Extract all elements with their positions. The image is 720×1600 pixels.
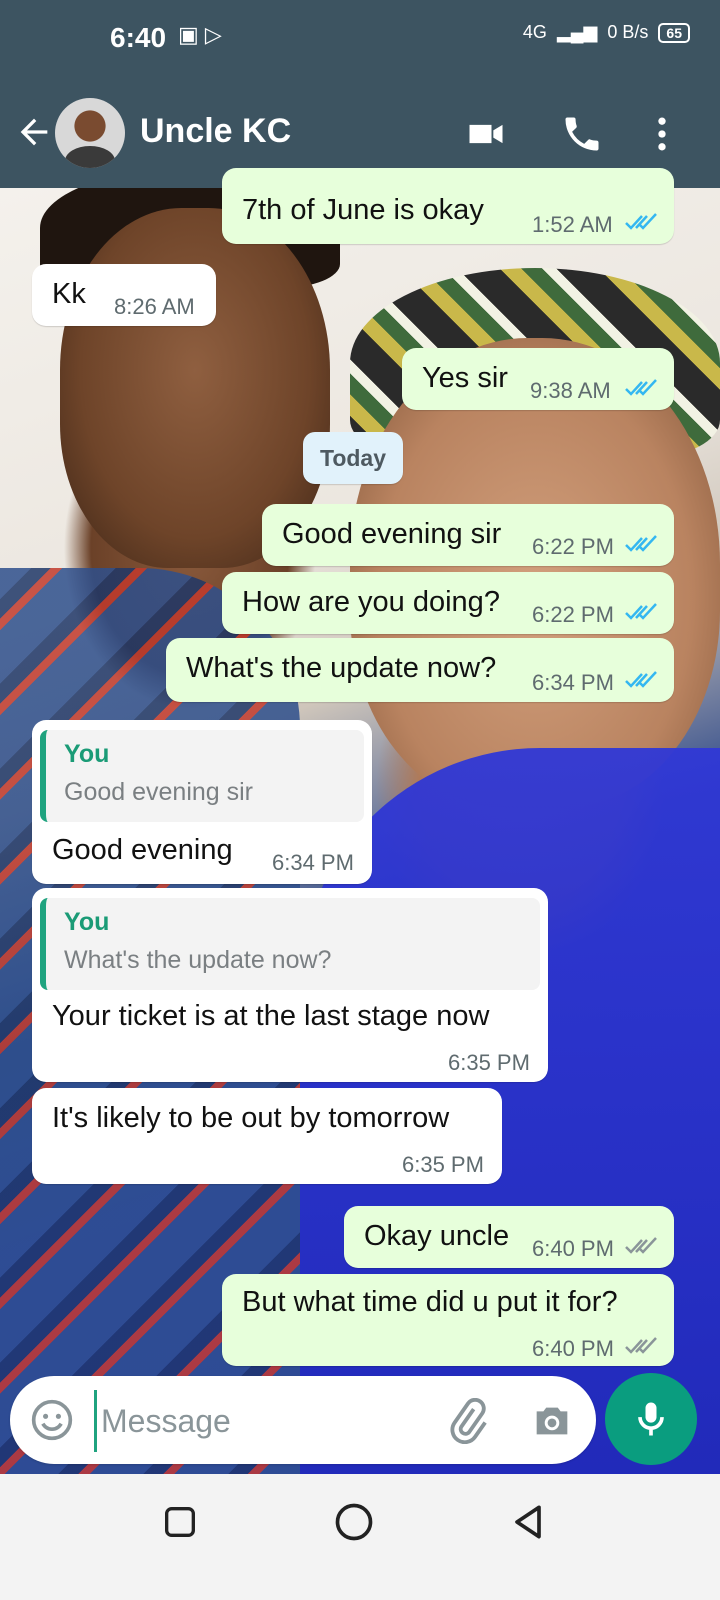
status-time: 6:40 [110,22,167,53]
message-text: It's likely to be out by tomorrow [52,1102,450,1134]
outgoing-message[interactable]: Yes sir 9:38 AM [402,348,674,410]
read-ticks-icon [625,213,657,230]
message-time: 6:22 PM [532,602,614,627]
message-composer [10,1376,596,1464]
system-navigation-bar [0,1474,720,1600]
home-icon[interactable] [332,1500,376,1544]
outgoing-message[interactable]: But what time did u put it for? 6:40 PM [222,1274,674,1366]
quoted-message[interactable]: You Good evening sir [40,730,364,822]
outgoing-message[interactable]: How are you doing? 6:22 PM [222,572,674,634]
message-text: How are you doing? [242,586,500,618]
emoji-icon[interactable] [30,1398,74,1442]
more-vert-icon[interactable] [640,112,684,156]
video-call-icon[interactable] [464,112,508,156]
message-time: 6:22 PM [532,534,614,559]
quote-text: Good evening sir [64,778,254,806]
quote-author: You [64,740,110,768]
delivered-ticks-icon [625,1237,657,1254]
message-input[interactable] [94,1390,433,1452]
read-ticks-icon [625,603,657,620]
message-text: Kk [52,278,86,310]
read-ticks-icon [625,379,657,396]
contact-name[interactable]: Uncle KC [140,112,291,151]
voice-message-button[interactable] [605,1373,697,1465]
delivered-ticks-icon [625,1337,657,1354]
quoted-message[interactable]: You What's the update now? [40,898,540,990]
chat-header: 6:40 ▣ ▷ 4G ▂▄▆ 0 B/s 65 Uncle KC [0,0,720,188]
message-text: 7th of June is okay [242,194,484,226]
phone-call-icon[interactable] [560,112,604,156]
incoming-reply-message[interactable]: You Good evening sir Good evening 6:34 P… [32,720,372,884]
message-time: 9:38 AM [530,378,611,403]
outgoing-message[interactable]: Okay uncle 6:40 PM [344,1206,674,1268]
recent-apps-icon[interactable] [160,1502,200,1542]
paperclip-icon[interactable] [444,1398,490,1444]
mic-icon [638,1402,664,1436]
battery-icon: 65 [658,22,690,43]
message-text: Good evening sir [282,518,502,550]
read-ticks-icon [625,671,657,688]
message-time: 6:40 PM [532,1336,614,1361]
message-text: Good evening [52,834,233,866]
quote-text: What's the update now? [64,946,332,974]
outgoing-message[interactable]: What's the update now? 6:34 PM [166,638,674,702]
status-notification-icons: ▣ ▷ [178,22,222,47]
message-text: Okay uncle [364,1220,510,1252]
message-time: 6:34 PM [532,670,614,695]
outgoing-message[interactable]: Good evening sir 6:22 PM [262,504,674,566]
read-ticks-icon [625,535,657,552]
incoming-message[interactable]: It's likely to be out by tomorrow 6:35 P… [32,1088,502,1184]
message-time: 6:35 PM [402,1152,484,1177]
message-time: 8:26 AM [114,294,195,319]
message-text: But what time did u put it for? [242,1286,618,1318]
data-speed: 0 B/s [607,22,649,42]
message-time: 6:34 PM [272,850,354,875]
signal-icon: ▂▄▆ [556,22,598,42]
back-nav-icon[interactable] [506,1500,550,1544]
date-separator: Today [303,432,403,484]
outgoing-message[interactable]: 7th of June is okay 1:52 AM [222,168,674,244]
message-text: Your ticket is at the last stage now [52,1000,490,1032]
network-type: 4G [522,22,547,42]
message-text: Yes sir [422,362,508,394]
message-text: What's the update now? [186,652,497,684]
contact-avatar[interactable] [55,98,125,168]
quote-author: You [64,908,110,936]
status-indicators: 4G ▂▄▆ 0 B/s 65 [523,22,690,43]
message-time: 6:40 PM [532,1236,614,1261]
incoming-message[interactable]: Kk 8:26 AM [32,264,216,326]
incoming-reply-message[interactable]: You What's the update now? Your ticket i… [32,888,548,1082]
message-time: 6:35 PM [448,1050,530,1075]
camera-icon[interactable] [528,1398,576,1444]
message-time: 1:52 AM [532,212,613,237]
back-arrow-icon[interactable] [14,112,54,152]
